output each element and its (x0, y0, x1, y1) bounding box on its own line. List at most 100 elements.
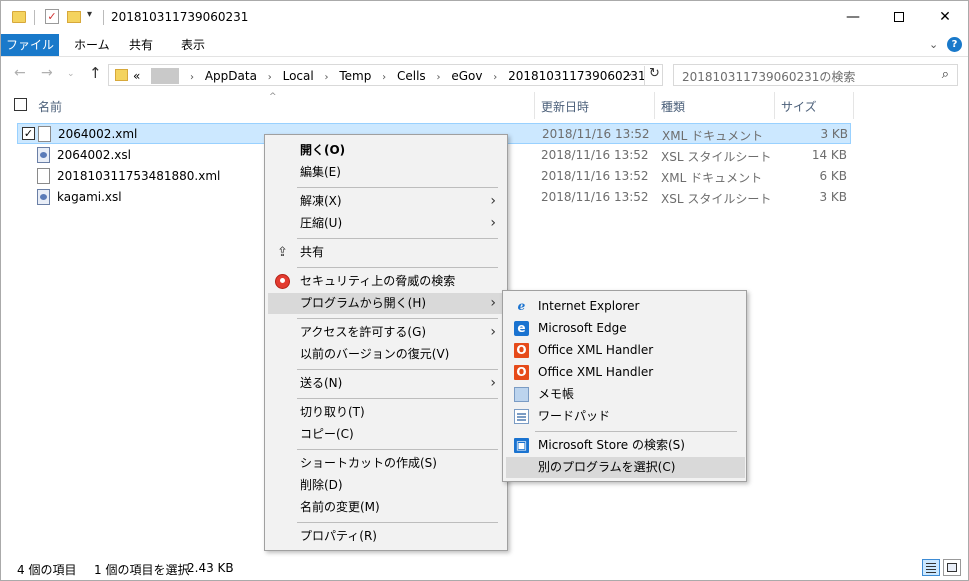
chevron-right-icon[interactable]: › (382, 72, 386, 83)
menu-item-edit[interactable]: 編集(E) (268, 162, 504, 183)
menu-separator (297, 522, 498, 523)
chevron-right-icon[interactable]: › (268, 72, 272, 83)
menu-item-extract[interactable]: 解凍(X) › (268, 191, 504, 212)
folder-icon (115, 69, 128, 81)
back-button[interactable]: ← (14, 65, 26, 81)
tab-file[interactable]: ファイル (1, 34, 59, 56)
expand-ribbon-icon[interactable]: ⌄ (929, 38, 938, 51)
chevron-right-icon[interactable]: › (190, 72, 194, 83)
submenu-item-label: ワードパッド (538, 409, 611, 423)
submenu-item-choose-another-app[interactable]: 別のプログラムを選択(C) (506, 457, 745, 478)
customize-qat-icon[interactable]: ▾ (87, 9, 92, 20)
xsl-file-icon (37, 147, 50, 163)
select-all-checkbox[interactable] (14, 98, 27, 111)
column-type[interactable]: 種類 (661, 98, 685, 115)
file-name[interactable]: 2064002.xml (58, 127, 137, 141)
chevron-right-icon[interactable]: › (493, 72, 497, 83)
address-bar[interactable]: « › AppData › Local › Temp › Cells › eGo… (108, 64, 663, 86)
column-date-modified[interactable]: 更新日時 (541, 98, 589, 115)
menu-item-delete[interactable]: 削除(D) (268, 475, 504, 496)
navigation-bar: ← → ⌄ ↑ « › AppData › Local › Temp › Cel… (1, 58, 968, 92)
submenu-item-store-search[interactable]: ▣ Microsoft Store の検索(S) (506, 435, 745, 456)
column-divider[interactable] (654, 92, 655, 119)
breadcrumb-appdata[interactable]: AppData (205, 69, 257, 83)
menu-item-security-scan[interactable]: セキュリティ上の脅威の検索 (268, 271, 504, 292)
tab-home[interactable]: ホーム (62, 34, 122, 56)
search-input[interactable]: 201810311739060231の検索 (682, 68, 855, 85)
breadcrumb-egov[interactable]: eGov (451, 69, 482, 83)
tab-view[interactable]: 表示 (169, 34, 217, 56)
search-icon[interactable]: ⌕ (942, 67, 949, 82)
breadcrumb-local[interactable]: Local (283, 69, 314, 83)
close-button[interactable]: ✕ (922, 1, 968, 33)
menu-item-rename[interactable]: 名前の変更(M) (268, 497, 504, 518)
submenu-item-notepad[interactable]: メモ帳 (506, 384, 745, 405)
breadcrumb-temp[interactable]: Temp (339, 69, 371, 83)
share-icon: ⇪ (277, 245, 288, 260)
menu-item-open[interactable]: 開く(O) (268, 140, 504, 161)
column-divider[interactable] (853, 92, 854, 119)
menu-item-label: 以前のバージョンの復元(V) (300, 347, 450, 361)
menu-item-open-with[interactable]: プログラムから開く(H) › (268, 293, 504, 314)
large-icons-view-icon[interactable] (943, 559, 961, 576)
menu-item-label: コピー(C) (300, 427, 354, 441)
menu-item-properties[interactable]: プロパティ(R) (268, 526, 504, 547)
submenu-item-internet-explorer[interactable]: e Internet Explorer (506, 296, 745, 317)
column-name[interactable]: 名前 (38, 98, 62, 115)
properties-icon[interactable]: ✓ (45, 9, 59, 24)
breadcrumb-overflow[interactable]: « (133, 69, 140, 83)
file-type: XSL スタイルシート (661, 192, 772, 206)
wordpad-icon (514, 409, 529, 424)
edge-icon: e (514, 321, 529, 336)
menu-item-restore-versions[interactable]: 以前のバージョンの復元(V) (268, 344, 504, 365)
submenu-item-office-xml-handler[interactable]: O Office XML Handler (506, 340, 745, 361)
submenu-item-edge[interactable]: e Microsoft Edge (506, 318, 745, 339)
help-icon[interactable]: ? (947, 37, 962, 52)
column-size[interactable]: サイズ (781, 98, 817, 115)
menu-separator (297, 238, 498, 239)
item-count: 4 個の項目 (17, 563, 77, 577)
submenu-item-office-xml-handler[interactable]: O Office XML Handler (506, 362, 745, 383)
breadcrumb-cells[interactable]: Cells (397, 69, 426, 83)
menu-item-give-access[interactable]: アクセスを許可する(G) › (268, 322, 504, 343)
menu-item-label: 圧縮(U) (300, 216, 343, 230)
new-folder-icon[interactable] (67, 11, 81, 23)
menu-item-compress[interactable]: 圧縮(U) › (268, 213, 504, 234)
refresh-icon[interactable]: ↻ (644, 66, 660, 85)
search-box[interactable]: 201810311739060231の検索 ⌕ (673, 64, 958, 86)
recent-locations-button[interactable]: ⌄ (67, 69, 75, 79)
menu-separator (297, 187, 498, 188)
address-dropdown-icon[interactable]: ⌄ (625, 68, 633, 79)
chevron-right-icon[interactable]: › (437, 72, 441, 83)
chevron-right-icon: › (490, 215, 496, 231)
menu-item-send-to[interactable]: 送る(N) › (268, 373, 504, 394)
maximize-button[interactable] (876, 1, 922, 33)
menu-separator (297, 267, 498, 268)
details-view-icon[interactable] (922, 559, 940, 576)
menu-item-create-shortcut[interactable]: ショートカットの作成(S) (268, 453, 504, 474)
file-name[interactable]: kagami.xsl (57, 190, 122, 204)
up-button[interactable]: ↑ (89, 64, 102, 82)
selection-size: 2.43 KB (187, 561, 234, 575)
row-checkbox[interactable]: ✓ (22, 127, 35, 140)
file-date: 2018/11/16 13:52 (541, 148, 649, 162)
store-icon: ▣ (514, 438, 529, 453)
file-type: XSL スタイルシート (661, 150, 772, 164)
forward-button[interactable]: → (41, 65, 53, 81)
menu-item-copy[interactable]: コピー(C) (268, 424, 504, 445)
menu-separator (297, 369, 498, 370)
menu-item-share[interactable]: ⇪ 共有 (268, 242, 504, 263)
submenu-item-wordpad[interactable]: ワードパッド (506, 406, 745, 427)
file-name[interactable]: 20181031175348188​0.xml (57, 169, 220, 183)
column-divider[interactable] (774, 92, 775, 119)
column-divider[interactable] (534, 92, 535, 119)
chevron-right-icon[interactable]: › (325, 72, 329, 83)
submenu-item-label: Office XML Handler (538, 343, 654, 357)
redacted-user-folder (151, 68, 180, 84)
tab-share[interactable]: 共有 (117, 34, 165, 56)
file-name[interactable]: 2064002.xsl (57, 148, 131, 162)
file-date: 2018/11/16 13:52 (542, 127, 650, 141)
minimize-button[interactable]: — (830, 1, 876, 33)
chevron-right-icon: › (490, 295, 496, 311)
menu-item-cut[interactable]: 切り取り(T) (268, 402, 504, 423)
